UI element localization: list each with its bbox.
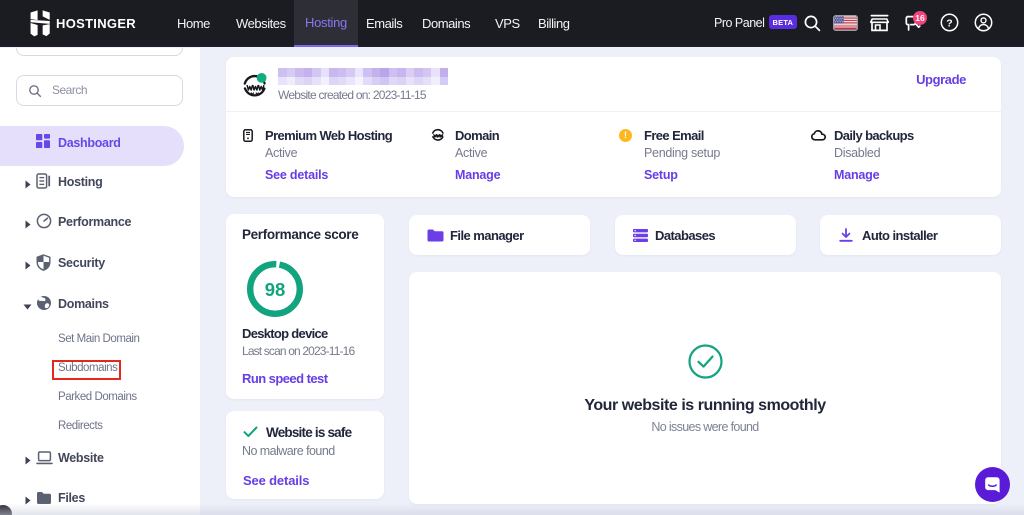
svg-text:98: 98 (265, 279, 286, 300)
svg-text:?: ? (946, 17, 952, 29)
